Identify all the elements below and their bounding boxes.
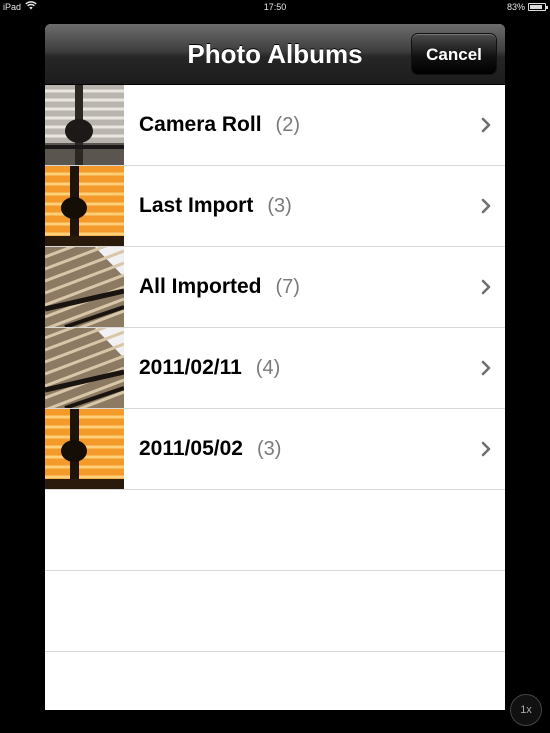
chevron-right-icon [481, 441, 491, 457]
album-thumbnail [45, 85, 124, 165]
album-thumbnail [45, 166, 124, 246]
album-row[interactable]: Last Import (3) [45, 166, 505, 247]
album-name: 2011/02/11 [139, 356, 242, 379]
photo-albums-popover: Photo Albums Cancel Camera Roll (2) Last… [45, 24, 505, 710]
album-row[interactable]: Camera Roll (2) [45, 85, 505, 166]
album-thumbnail [45, 409, 124, 489]
ipad-screen: iPad 17:50 83% Photo Albums Cancel Camer… [0, 0, 550, 733]
album-name: Camera Roll [139, 113, 262, 136]
album-thumbnail [45, 247, 124, 327]
chevron-right-icon [481, 360, 491, 376]
album-name: Last Import [139, 194, 254, 217]
album-count: (4) [255, 356, 281, 379]
empty-row [45, 571, 505, 652]
battery-percent: 83% [506, 2, 525, 12]
status-time: 17:50 [263, 2, 287, 12]
status-right: 83% [506, 0, 548, 14]
album-count: (3) [267, 194, 292, 217]
empty-row [45, 652, 505, 710]
album-count: (2) [275, 113, 300, 136]
album-count: (3) [256, 437, 282, 460]
battery-icon [528, 3, 548, 11]
chevron-right-icon [481, 279, 491, 295]
album-row[interactable]: All Imported (7) [45, 247, 505, 328]
zoom-toggle-button[interactable]: 1x [510, 694, 542, 726]
navigation-bar: Photo Albums Cancel [45, 24, 505, 85]
album-count: (7) [275, 275, 300, 298]
album-list: Camera Roll (2) Last Import (3) All Impo… [45, 85, 505, 710]
album-row[interactable]: 2011/02/11 (4) [45, 328, 505, 409]
empty-row [45, 490, 505, 571]
album-thumbnail [45, 328, 124, 408]
album-name: 2011/05/02 [139, 437, 243, 460]
chevron-right-icon [481, 198, 491, 214]
status-bar: iPad 17:50 83% [0, 0, 550, 14]
album-name: All Imported [139, 275, 262, 298]
cancel-button[interactable]: Cancel [411, 33, 497, 75]
chevron-right-icon [481, 117, 491, 133]
album-row[interactable]: 2011/05/02 (3) [45, 409, 505, 490]
battery-fill [530, 5, 542, 9]
